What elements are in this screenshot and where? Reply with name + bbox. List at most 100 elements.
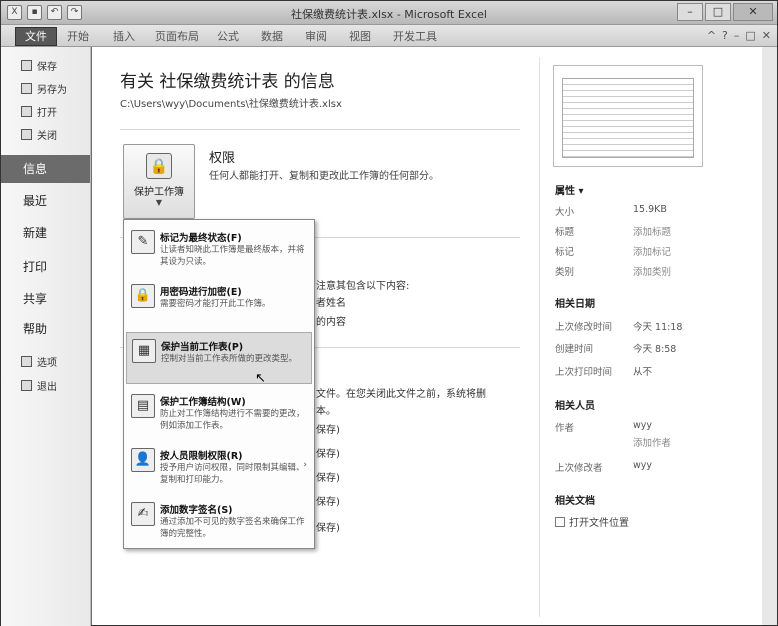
doc-close-icon[interactable]: ✕ (762, 29, 771, 42)
menu-item-restrict-permission[interactable]: 👤 按人员限制权限(R) 授予用户访问权限，同时限制其编辑、复制和打印能力。 › (126, 442, 312, 494)
nav-exit[interactable]: 退出 (21, 377, 57, 393)
exit-icon (21, 379, 32, 391)
protect-structure-icon: ▤ (131, 394, 155, 418)
docs-header: 相关文档 (555, 496, 595, 507)
nav-recent[interactable]: 最近 (1, 187, 90, 215)
date-modified-value: 今天 11:18 (633, 322, 683, 333)
excel-window: X ▪ ↶ ↷ 社保缴费统计表.xlsx - Microsoft Excel –… (0, 0, 778, 626)
permissions-title: 权限 (209, 151, 236, 166)
dates-header: 相关日期 (555, 299, 595, 310)
submenu-arrow-icon: › (303, 460, 307, 470)
tab-page-layout[interactable]: 页面布局 (155, 28, 199, 46)
ribbon-right-controls: ^ ? – □ ✕ (707, 29, 771, 42)
date-printed-label: 上次打印时间 (555, 367, 613, 378)
date-created-label: 创建时间 (555, 344, 594, 355)
add-author-link[interactable]: 添加作者 (633, 435, 671, 449)
vertical-scrollbar[interactable] (762, 47, 777, 625)
nav-save[interactable]: 保存 (21, 57, 57, 73)
ribbon-tabs: 文件 开始 插入 页面布局 公式 数据 审阅 视图 开发工具 ^ ? – □ ✕ (1, 25, 777, 47)
menu-item-digital-signature[interactable]: ✍ 添加数字签名(S) 通过添加不可见的数字签名来确保工作簿的完整性。 (126, 496, 312, 548)
save-as-icon (21, 82, 32, 94)
prop-title-label: 标题 (555, 227, 575, 238)
nav-info[interactable]: 信息 (1, 155, 90, 183)
inspect-text: 的内容 (316, 317, 346, 328)
people-header: 相关人员 (555, 401, 595, 412)
version-item[interactable]: 保存) (316, 519, 340, 534)
user-permission-icon: 👤 (131, 448, 155, 472)
protect-workbook-menu: ✎ 标记为最终状态(F) 让读者知晓此工作簿是最终版本，并将其设为只读。 🔒 用… (123, 219, 315, 549)
author-label: 作者 (555, 423, 575, 434)
versions-text: 本。 (316, 406, 336, 417)
minimize-ribbon-icon[interactable]: ^ (707, 29, 716, 42)
window-title: 社保缴费统计表.xlsx - Microsoft Excel (291, 8, 487, 21)
tab-view[interactable]: 视图 (349, 28, 371, 46)
properties-header[interactable]: 属性 ▾ (555, 182, 584, 197)
title-bar: X ▪ ↶ ↷ 社保缴费统计表.xlsx - Microsoft Excel –… (1, 1, 777, 25)
protect-workbook-button[interactable]: 🔒 保护工作簿 ▼ (123, 144, 195, 219)
date-modified-label: 上次修改时间 (555, 322, 613, 333)
prop-size-value: 15.9KB (633, 204, 667, 215)
divider (120, 129, 520, 130)
doc-restore-icon[interactable]: □ (745, 29, 755, 42)
tab-developer[interactable]: 开发工具 (393, 28, 437, 46)
maximize-button[interactable]: □ (705, 3, 731, 21)
version-item[interactable]: 保存) (316, 445, 340, 460)
nav-print[interactable]: 打印 (1, 253, 90, 281)
save-icon (21, 59, 32, 71)
nav-help[interactable]: 帮助 (1, 315, 90, 343)
tab-file[interactable]: 文件 (15, 27, 57, 46)
menu-item-encrypt-password[interactable]: 🔒 用密码进行加密(E) 需要密码才能打开此工作簿。 (126, 278, 312, 330)
prop-tags-label: 标记 (555, 247, 575, 258)
open-folder-icon (21, 105, 32, 117)
open-file-location-link[interactable]: 打开文件位置 (555, 514, 629, 529)
prop-category-value[interactable]: 添加类别 (633, 264, 671, 278)
tab-review[interactable]: 审阅 (305, 28, 327, 46)
tab-formulas[interactable]: 公式 (217, 28, 239, 46)
help-icon[interactable]: ? (722, 29, 728, 42)
tab-data[interactable]: 数据 (261, 28, 283, 46)
versions-text: 文件。在您关闭此文件之前，系统将删 (316, 389, 486, 400)
nav-close[interactable]: 关闭 (21, 126, 57, 142)
chevron-down-icon: ▼ (155, 198, 163, 207)
menu-item-mark-final[interactable]: ✎ 标记为最终状态(F) 让读者知晓此工作簿是最终版本，并将其设为只读。 (126, 224, 312, 276)
protect-sheet-icon: ▦ (132, 339, 156, 363)
file-path: C:\Users\wyy\Documents\社保缴费统计表.xlsx (120, 99, 342, 110)
tab-home[interactable]: 开始 (67, 28, 89, 46)
mouse-cursor-icon: ↖ (255, 371, 266, 386)
workbook-thumbnail (553, 65, 703, 167)
backstage-nav: 保存 另存为 打开 关闭 信息 最近 新建 打印 共享 帮助 选项 退出 (1, 47, 91, 626)
nav-open[interactable]: 打开 (21, 103, 57, 119)
version-item[interactable]: 保存) (316, 469, 340, 484)
tab-insert[interactable]: 插入 (113, 28, 135, 46)
nav-options[interactable]: 选项 (21, 353, 57, 369)
mark-final-icon: ✎ (131, 230, 155, 254)
menu-item-protect-structure[interactable]: ▤ 保护工作簿结构(W) 防止对工作簿结构进行不需要的更改，例如添加工作表。 (126, 388, 312, 440)
close-button[interactable]: ✕ (733, 3, 773, 21)
inspect-text: 者姓名 (316, 298, 346, 309)
window-controls: – □ ✕ (677, 3, 773, 21)
nav-new[interactable]: 新建 (1, 219, 90, 247)
date-created-value: 今天 8:58 (633, 344, 677, 355)
folder-icon (555, 516, 565, 527)
author-value[interactable]: wyy (633, 420, 652, 431)
date-printed-value: 从不 (633, 367, 653, 378)
permissions-description: 任何人都能打开、复制和更改此工作簿的任何部分。 (209, 171, 439, 182)
page-title: 有关 社保缴费统计表 的信息 (120, 72, 335, 92)
version-item[interactable]: 保存) (316, 421, 340, 436)
minimize-button[interactable]: – (677, 3, 703, 21)
prop-title-value[interactable]: 添加标题 (633, 224, 671, 238)
last-modified-by-value: wyy (633, 460, 653, 471)
menu-item-protect-sheet[interactable]: ▦ 保护当前工作表(P) 控制对当前工作表所做的更改类型。 (126, 332, 312, 384)
prop-tags-value[interactable]: 添加标记 (633, 244, 671, 258)
thumbnail-grid (562, 78, 694, 158)
nav-save-as[interactable]: 另存为 (21, 80, 67, 96)
panel-divider (539, 57, 540, 617)
nav-share[interactable]: 共享 (1, 285, 90, 313)
prop-size-label: 大小 (555, 207, 575, 218)
lock-icon: 🔒 (146, 153, 172, 179)
version-item[interactable]: 保存) (316, 493, 340, 508)
prop-category-label: 类别 (555, 267, 575, 278)
last-modified-by-label: 上次修改者 (555, 463, 603, 474)
doc-minimize-icon[interactable]: – (734, 29, 740, 42)
close-file-icon (21, 128, 32, 140)
